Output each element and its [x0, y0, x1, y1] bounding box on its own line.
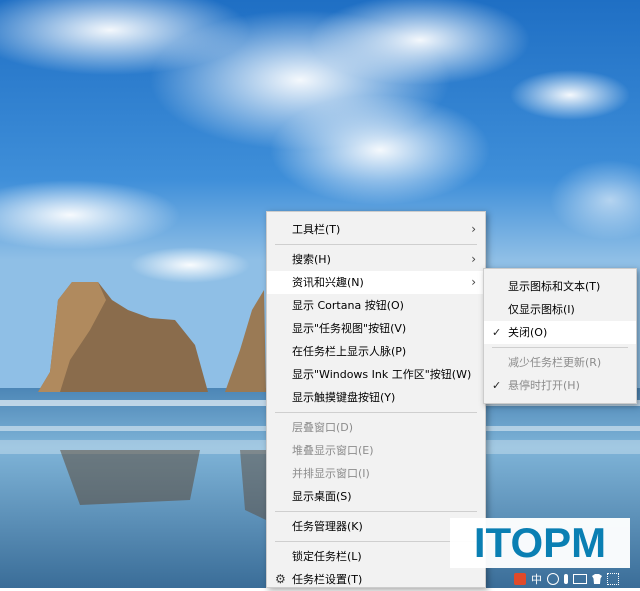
menu-separator — [275, 511, 477, 512]
menu-item-5[interactable]: 显示"任务视图"按钮(V) — [267, 317, 485, 340]
menu-item-label: 显示触摸键盘按钮(Y) — [292, 391, 396, 404]
keyboard-icon[interactable] — [573, 574, 587, 584]
menu-item-label: 锁定任务栏(L) — [292, 550, 362, 563]
menu-separator — [492, 347, 628, 348]
menu-item-5[interactable]: ✓ 悬停时打开(H) — [484, 374, 636, 397]
itopm-watermark: ITOPM — [450, 518, 630, 568]
menu-item-label: 显示"任务视图"按钮(V) — [292, 322, 407, 335]
chevron-right-icon: › — [471, 222, 476, 236]
menu-item-2[interactable]: 搜索(H) › — [267, 248, 485, 271]
menu-item-12[interactable]: 并排显示窗口(I) — [267, 462, 485, 485]
menu-item-label: 显示"Windows Ink 工作区"按钮(W) — [292, 368, 472, 381]
menu-item-1[interactable]: 仅显示图标(I) — [484, 298, 636, 321]
menu-item-11[interactable]: 堆叠显示窗口(E) — [267, 439, 485, 462]
menu-item-6[interactable]: 在任务栏上显示人脉(P) — [267, 340, 485, 363]
chevron-right-icon: › — [471, 275, 476, 289]
menu-item-8[interactable]: 显示触摸键盘按钮(Y) — [267, 386, 485, 409]
menu-item-0[interactable]: 显示图标和文本(T) — [484, 275, 636, 298]
emoji-icon[interactable] — [547, 573, 559, 585]
ime-indicator[interactable]: 中 — [531, 571, 542, 587]
chevron-right-icon: › — [471, 252, 476, 266]
menu-item-label: 在任务栏上显示人脉(P) — [292, 345, 407, 358]
check-icon: ✓ — [492, 326, 502, 339]
menu-item-7[interactable]: 显示"Windows Ink 工作区"按钮(W) — [267, 363, 485, 386]
menu-item-label: 并排显示窗口(I) — [292, 467, 370, 480]
menu-item-label: 仅显示图标(I) — [508, 303, 575, 316]
menu-item-label: 悬停时打开(H) — [508, 379, 580, 392]
menu-item-label: 任务栏设置(T) — [292, 573, 363, 586]
microphone-icon[interactable] — [564, 574, 568, 584]
menu-item-label: 显示 Cortana 按钮(O) — [292, 299, 404, 312]
menu-item-2[interactable]: ✓ 关闭(O) — [484, 321, 636, 344]
grid-icon[interactable] — [607, 573, 619, 585]
menu-item-label: 搜索(H) — [292, 253, 331, 266]
news-and-interests-submenu: 显示图标和文本(T) 仅显示图标(I) ✓ 关闭(O) 减少任务栏更新(R) ✓ 悬停时打开… — [483, 268, 637, 404]
menu-item-4[interactable]: 减少任务栏更新(R) — [484, 351, 636, 374]
menu-item-3[interactable]: 资讯和兴趣(N) › — [267, 271, 485, 294]
menu-item-13[interactable]: 显示桌面(S) — [267, 485, 485, 508]
menu-item-label: 显示图标和文本(T) — [508, 280, 601, 293]
menu-item-4[interactable]: 显示 Cortana 按钮(O) — [267, 294, 485, 317]
menu-separator — [275, 412, 477, 413]
menu-item-label: 显示桌面(S) — [292, 490, 352, 503]
menu-separator — [275, 244, 477, 245]
menu-item-label: 堆叠显示窗口(E) — [292, 444, 374, 457]
menu-item-label: 关闭(O) — [508, 326, 548, 339]
check-icon: ✓ — [492, 379, 502, 392]
system-tray: 中 — [486, 570, 640, 588]
shirt-icon[interactable] — [592, 574, 602, 584]
app-s-icon[interactable] — [514, 573, 526, 585]
menu-item-10[interactable]: 层叠窗口(D) — [267, 416, 485, 439]
menu-item-0[interactable]: 工具栏(T) › — [267, 218, 485, 241]
menu-item-label: 层叠窗口(D) — [292, 421, 354, 434]
menu-separator — [275, 541, 477, 542]
menu-item-label: 资讯和兴趣(N) — [292, 276, 364, 289]
menu-item-label: 工具栏(T) — [292, 223, 341, 236]
menu-item-label: 减少任务栏更新(R) — [508, 356, 602, 369]
menu-item-label: 任务管理器(K) — [292, 520, 363, 533]
